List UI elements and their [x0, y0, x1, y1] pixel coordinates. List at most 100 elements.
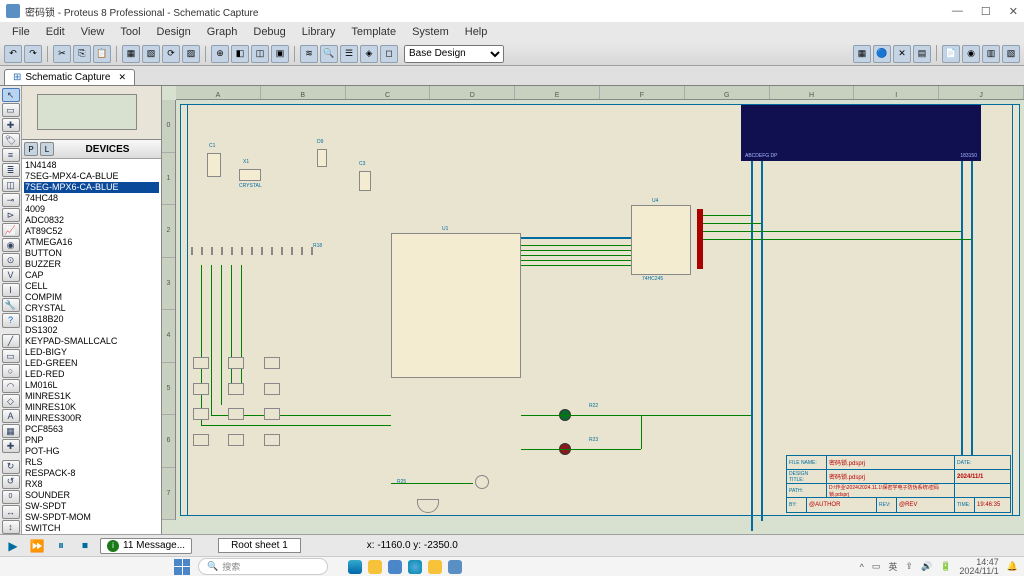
device-row[interactable]: 4009: [24, 204, 159, 215]
taskbar-edge-icon[interactable]: [348, 560, 362, 574]
cut-button[interactable]: ✂: [53, 45, 71, 63]
overview-window[interactable]: [22, 86, 161, 140]
device-row[interactable]: CAP: [24, 270, 159, 281]
undo-button[interactable]: ↶: [4, 45, 22, 63]
paste-button[interactable]: 📋: [93, 45, 111, 63]
subcircuit-mode[interactable]: ◫: [2, 178, 20, 192]
device-pins-mode[interactable]: ⊳: [2, 208, 20, 222]
tray-clock[interactable]: 14:47 2024/11/1: [959, 558, 998, 576]
menu-edit[interactable]: Edit: [38, 26, 73, 38]
tray-chevron[interactable]: ^: [860, 562, 864, 572]
generator-mode[interactable]: ⊙: [2, 253, 20, 267]
device-row[interactable]: COMPIM: [24, 292, 159, 303]
copy-button[interactable]: ⎘: [73, 45, 91, 63]
mirror-h[interactable]: ↔: [2, 505, 20, 519]
device-row[interactable]: LM016L: [24, 380, 159, 391]
menu-view[interactable]: View: [73, 26, 113, 38]
tab-close[interactable]: ✕: [118, 72, 126, 83]
menu-debug[interactable]: Debug: [245, 26, 293, 38]
device-row[interactable]: POT-HG: [24, 446, 159, 457]
device-row[interactable]: RESPACK-8: [24, 468, 159, 479]
buses-mode[interactable]: ≣: [2, 163, 20, 177]
symbol-2d[interactable]: ▦: [2, 424, 20, 438]
taskbar-browser-icon[interactable]: [408, 560, 422, 574]
selection-mode[interactable]: ↖: [2, 88, 20, 102]
mcu-u1[interactable]: U1: [391, 233, 521, 378]
device-row[interactable]: SW-SPDT-MOM: [24, 512, 159, 523]
text-script-mode[interactable]: ≡: [2, 148, 20, 162]
menu-file[interactable]: File: [4, 26, 38, 38]
junction-mode[interactable]: ✚: [2, 118, 20, 132]
new-sheet-button[interactable]: ◻: [380, 45, 398, 63]
make-device-button[interactable]: ◧: [231, 45, 249, 63]
menu-tool[interactable]: Tool: [112, 26, 148, 38]
device-row[interactable]: ADC0832: [24, 215, 159, 226]
device-row[interactable]: 74HC48: [24, 193, 159, 204]
latch-u4[interactable]: U4 74HC245: [631, 205, 691, 275]
maximize-button[interactable]: ☐: [981, 5, 991, 18]
rotate-cw[interactable]: ↻: [2, 460, 20, 474]
device-row[interactable]: 7SEG-MPX4-CA-BLUE: [24, 171, 159, 182]
netlist-button[interactable]: ▥: [982, 45, 1000, 63]
device-row[interactable]: AT89C52: [24, 226, 159, 237]
help-button[interactable]: ?: [2, 313, 20, 327]
tray-ime-icon[interactable]: 英: [888, 560, 897, 573]
circle-2d[interactable]: ○: [2, 364, 20, 378]
start-button[interactable]: [174, 559, 190, 575]
device-row[interactable]: CRYSTAL: [24, 303, 159, 314]
device-row[interactable]: SWITCH: [24, 523, 159, 534]
device-row[interactable]: LED-BIGY: [24, 347, 159, 358]
device-row[interactable]: DS1302: [24, 325, 159, 336]
device-row[interactable]: ATMEGA16: [24, 237, 159, 248]
wire-label-mode[interactable]: 🏷: [2, 133, 20, 147]
schematic-canvas[interactable]: ABCDEFGHIJ 01234567 ABCDEFG DP 183150 U1…: [162, 86, 1024, 534]
device-row[interactable]: MINRES300R: [24, 413, 159, 424]
tray-notification-icon[interactable]: 🔔: [1007, 561, 1018, 572]
probe-i-mode[interactable]: I: [2, 283, 20, 297]
device-row[interactable]: PCF8563: [24, 424, 159, 435]
menu-graph[interactable]: Graph: [199, 26, 246, 38]
transistor[interactable]: [475, 475, 489, 489]
instruments-mode[interactable]: 🔧: [2, 298, 20, 312]
device-row[interactable]: LED-GREEN: [24, 358, 159, 369]
taskbar-store-icon[interactable]: [388, 560, 402, 574]
component-mode[interactable]: ▭: [2, 103, 20, 117]
menu-template[interactable]: Template: [343, 26, 404, 38]
block-move-button[interactable]: ▧: [142, 45, 160, 63]
text-2d[interactable]: A: [2, 409, 20, 423]
taskbar-files-icon[interactable]: [428, 560, 442, 574]
minimize-button[interactable]: —: [952, 5, 963, 18]
bom-button[interactable]: 📄: [942, 45, 960, 63]
tray-volume-icon[interactable]: 🔊: [921, 561, 932, 572]
menu-help[interactable]: Help: [457, 26, 496, 38]
angle-input[interactable]: 0: [2, 490, 20, 504]
probe-v-mode[interactable]: V: [2, 268, 20, 282]
device-row[interactable]: 1N4148: [24, 160, 159, 171]
line-2d[interactable]: ╱: [2, 334, 20, 348]
cap-c1[interactable]: [207, 153, 221, 177]
source-code-button[interactable]: ▦: [853, 45, 871, 63]
device-row[interactable]: MINRES10K: [24, 402, 159, 413]
3d-button[interactable]: ✕: [893, 45, 911, 63]
marker-2d[interactable]: ✚: [2, 439, 20, 453]
device-row[interactable]: MINRES1K: [24, 391, 159, 402]
pause-button[interactable]: ⏸: [52, 537, 70, 555]
taskbar-search[interactable]: 🔍 搜索: [198, 558, 328, 575]
close-button[interactable]: ✕: [1009, 5, 1018, 18]
pcb-button[interactable]: 🔵: [873, 45, 891, 63]
crystal-x1[interactable]: [239, 169, 261, 181]
tray-battery-icon[interactable]: 🔋: [940, 561, 951, 572]
device-row[interactable]: LED-RED: [24, 369, 159, 380]
tray-drive-icon[interactable]: ▭: [872, 561, 881, 572]
design-selector[interactable]: Base Design: [404, 45, 504, 63]
device-row[interactable]: BUTTON: [24, 248, 159, 259]
diode-d9[interactable]: [317, 149, 327, 167]
wire-autoroute-button[interactable]: ≋: [300, 45, 318, 63]
redo-button[interactable]: ↷: [24, 45, 42, 63]
package-button[interactable]: ▣: [271, 45, 289, 63]
device-row[interactable]: RX8: [24, 479, 159, 490]
mirror-v[interactable]: ↕: [2, 520, 20, 534]
design-explorer-button[interactable]: ◈: [360, 45, 378, 63]
report-button[interactable]: ▧: [1002, 45, 1020, 63]
device-row[interactable]: BUZZER: [24, 259, 159, 270]
